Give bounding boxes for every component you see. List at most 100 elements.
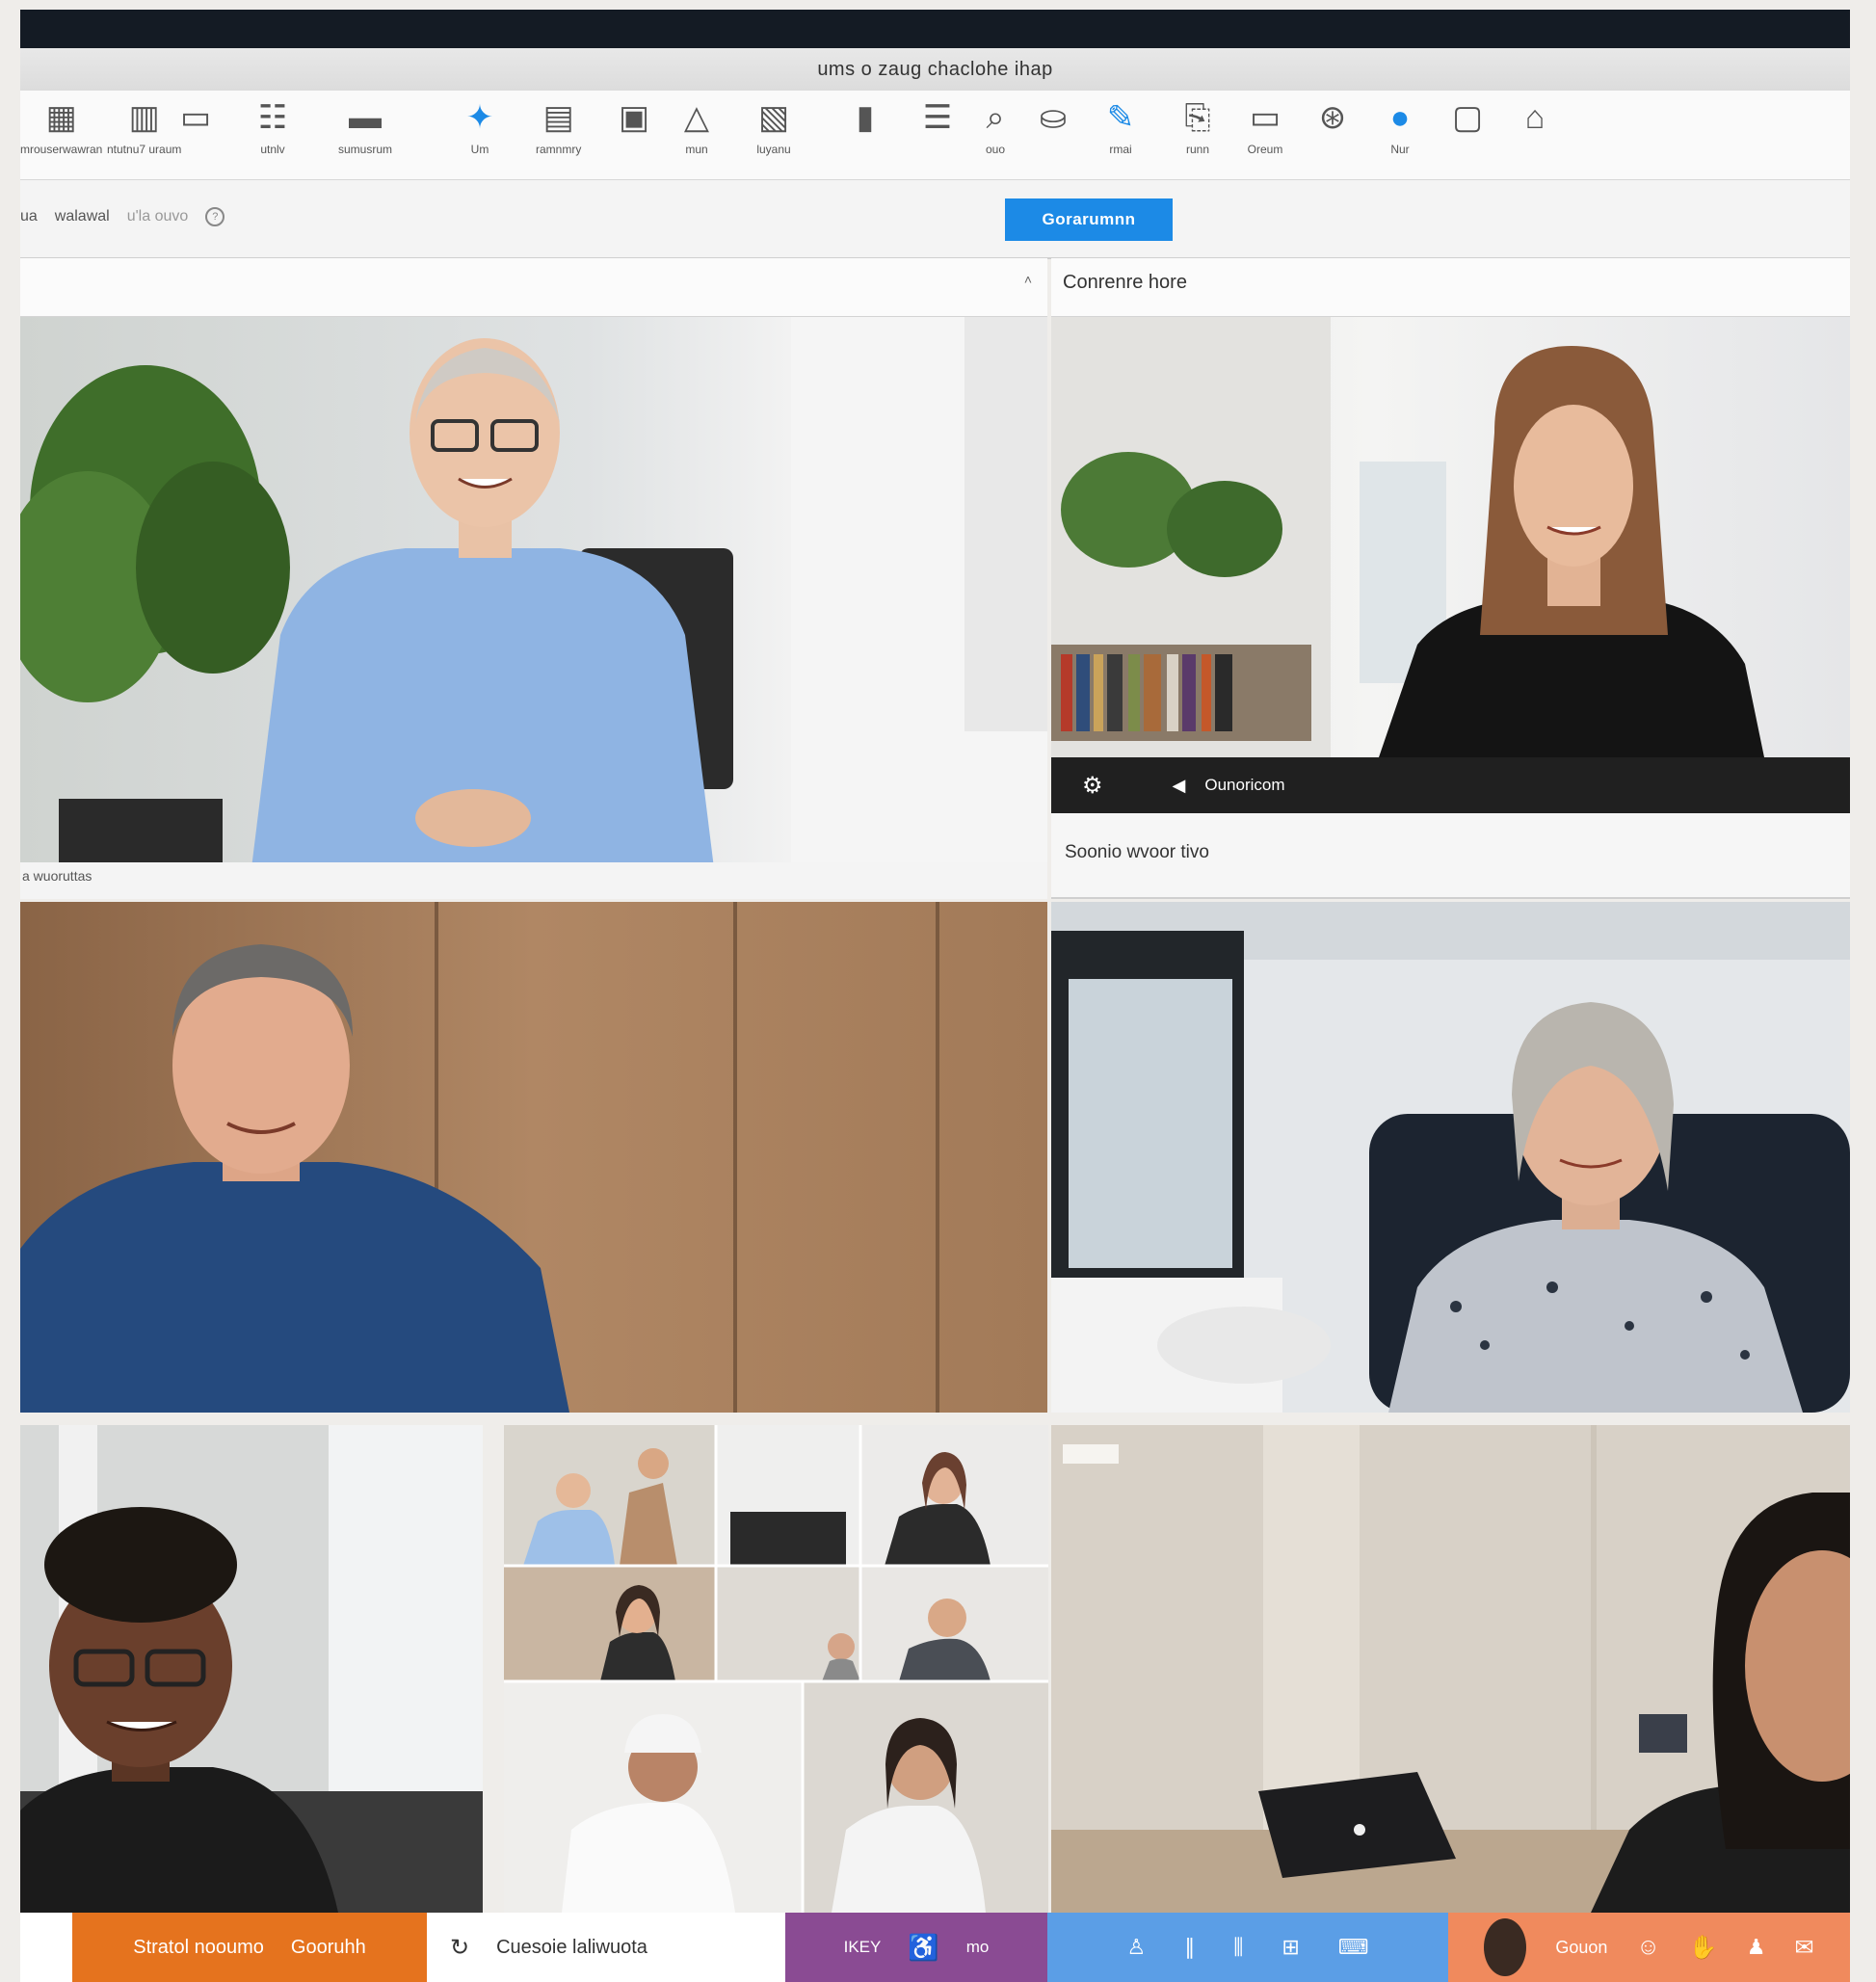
hand-icon[interactable]: ✋ [1689,1934,1718,1962]
blue-pin-icon: ✎ [1106,99,1135,136]
tile-header: Conrenre hore [1051,258,1850,317]
note-icon: ▣ [618,99,650,136]
ribbon-item[interactable]: ⌂ [1514,96,1556,143]
participant-video [1051,902,1850,1413]
ribbon-item-label: ntutnu7 uraum [107,143,182,156]
command-left-group: ua walawal u'la ouvo ? [20,207,225,226]
ribbon-item-label: runn [1185,143,1210,156]
ribbon-item[interactable]: ▢ [1446,96,1489,143]
speaker-icon[interactable]: ◀ [1173,776,1186,796]
participant-video [1051,317,1764,757]
ribbon-item[interactable]: ▥ ntutnu7 uraum [107,96,181,156]
taskbar-segment-purple[interactable]: IKEY ♿ mo [785,1913,1047,1982]
clip-icon: ⎘ [1184,98,1211,136]
video-tile-3[interactable] [20,902,1047,1413]
command-item-b[interactable]: walawal [55,208,110,225]
taskbar-segment-orange[interactable]: Stratol nooumo Gooruhh [72,1913,427,1982]
ribbon-item[interactable]: △ mun [675,96,718,156]
ribbon-item[interactable]: ▮ [844,96,886,143]
ribbon-item[interactable]: ▧ luyanu [753,96,795,156]
wheelchair-icon[interactable]: ♿ [908,1933,938,1963]
ribbon-item[interactable]: ▬ sumusrum [338,96,392,157]
person-icon[interactable]: ♙ [1126,1935,1146,1960]
ribbon-item-label: ramnmry [536,143,582,156]
monitor-icon: ▭ [1249,99,1281,136]
keypad-icon[interactable]: ⌨ [1338,1935,1369,1960]
blue-dot-icon: ● [1389,98,1411,136]
ribbon-item[interactable]: ✦ Um [459,96,501,156]
ribbon-item[interactable]: ⊛ [1311,96,1354,143]
video-tile-4[interactable] [1051,902,1850,1413]
video-feed [20,317,1047,868]
taskbar-segment-blue[interactable]: ♙ ∥ ⫼ ⊞ ⌨ [1047,1913,1448,1982]
primary-action-button[interactable]: Gorarumnn [1005,198,1173,241]
ribbon-item-label: rmai [1109,143,1132,156]
video-tile-1[interactable]: ˄ a wuoruttas [20,258,1047,899]
ribbon-item-label: mun [685,143,708,156]
ribbon-item[interactable]: ▭ [174,96,217,143]
chat-icon[interactable]: ✉ [1795,1934,1814,1962]
table-grid-icon: ▦ [45,99,77,136]
gallery-grid [504,1425,1048,1913]
chart-small-icon[interactable]: ⫼ [1233,1935,1243,1960]
document-icon: ▤ [542,99,574,136]
chart-icon: ▭ [179,99,212,136]
tile-header: ˄ [20,258,1047,317]
video-tile-7[interactable] [1051,1425,1850,1913]
video-feed [1051,317,1850,757]
ribbon-item[interactable]: ⎘ runn [1176,96,1219,157]
ribbon-item[interactable]: ▤ ramnmry [536,96,581,156]
ribbon-item-label: luyanu [756,143,791,156]
ribbon-item[interactable]: ☷ utnlv [251,96,294,156]
command-item-a[interactable]: ua [20,208,38,225]
info-icon[interactable]: ? [205,207,225,226]
search-icon: ⌕ [986,98,1005,136]
ribbon-item[interactable]: ⛀ [1032,96,1074,143]
ribbon-item[interactable]: ● Nur [1379,96,1421,157]
ribbon-item-label: utnlv [260,143,285,156]
ribbon-item[interactable]: ▣ [613,96,655,143]
participant-video [20,902,1047,1413]
video-tile-5[interactable] [20,1425,483,1913]
shapes-icon: △ [683,99,710,136]
stamp-icon: ⛀ [1039,99,1068,136]
settings-icon[interactable]: ⚙ [1082,772,1103,800]
ribbon-item-label: ouo [985,143,1006,156]
ribbon-item-label: Um [470,143,489,156]
screen-icon: ▬ [349,98,382,136]
ribbon-item[interactable]: ⌕ ouo [974,96,1017,157]
grid-icon[interactable]: ⊞ [1281,1935,1299,1960]
participant-video [20,317,1047,868]
avatar[interactable] [1484,1918,1527,1976]
taskbar-segment-white[interactable]: ↻ Cuesoie laliwuota [427,1913,785,1982]
ribbon-item[interactable]: ▦ mrouserwawran [20,96,102,156]
participant-video [1051,1425,1850,1913]
app-window: ums o zaug chaclohe ihap ▦ mrouserwawran ▥… [0,0,1876,1982]
ribbon-item[interactable]: ✎ rmai [1099,96,1142,156]
ribbon-item[interactable]: ☰ [916,96,959,143]
lines-icon: ☰ [922,99,953,136]
command-bar: ua walawal u'la ouvo ? Gorarumnn [20,180,1850,259]
layout-icon: ▥ [128,99,160,136]
bars-icon[interactable]: ∥ [1184,1935,1195,1960]
ribbon-item[interactable]: ▭ Oreum [1244,96,1286,156]
refresh-icon[interactable]: ↻ [450,1934,469,1962]
ribbon-item-label: Nur [1390,143,1410,156]
card-icon: ▢ [1451,99,1484,136]
blue-tag-icon: ✦ [465,99,494,136]
tile-footer: a wuoruttas [20,862,1047,899]
panel-icon: ▮ [856,99,875,136]
compass-icon: ⊛ [1318,99,1347,136]
taskbar-segment-salmon[interactable]: Gouon ☺ ✋ ♟ ✉ [1448,1913,1850,1982]
reaction-icon[interactable]: ☺ [1636,1934,1660,1961]
people-icon[interactable]: ♟ [1747,1935,1766,1960]
participant-video [20,1425,483,1913]
laptop-icon: ⌂ [1524,98,1546,136]
video-tile-2[interactable]: Conrenre hore ⚙ ◀ Ounoricom Soonio wvoor… [1051,258,1850,899]
video-tile-6-gallery[interactable] [504,1425,1048,1913]
ribbon-toolbar: ▦ mrouserwawran ▥ ntutnu7 uraum ▭ ☷ utnlv ▬ sumu… [20,91,1850,180]
chevron-up-icon[interactable]: ˄ [1024,272,1032,287]
taskbar-segment-1[interactable] [20,1913,72,1982]
command-item-c: u'la ouvo [126,208,189,225]
bottom-taskbar: Stratol nooumo Gooruhh ↻ Cuesoie laliwuo… [20,1913,1850,1982]
